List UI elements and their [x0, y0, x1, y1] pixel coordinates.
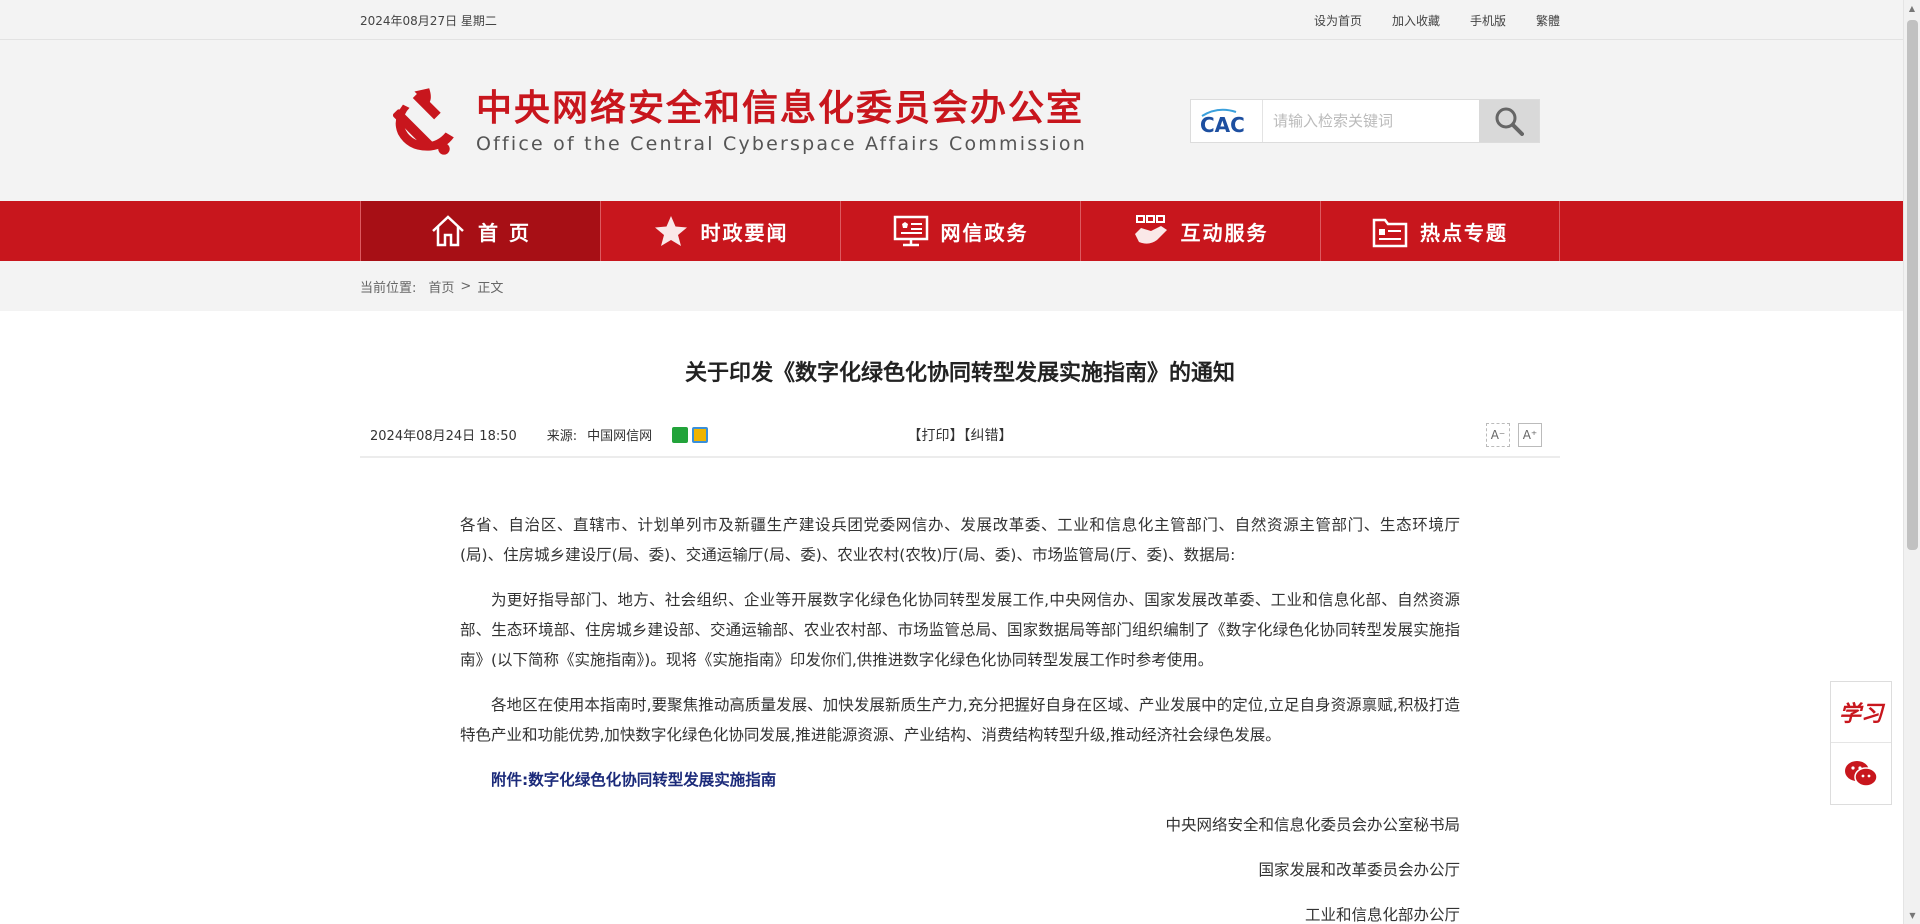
scroll-thumb[interactable]	[1907, 20, 1918, 550]
nav-item-topics[interactable]: 热点专题	[1320, 201, 1560, 261]
share-buttons	[672, 426, 709, 443]
cac-logo: CAC	[1191, 99, 1263, 142]
nav-item-interactive[interactable]: 互动服务	[1080, 201, 1320, 261]
font-increase-button[interactable]: A⁺	[1518, 422, 1542, 447]
mobile-version-link[interactable]: 手机版	[1470, 12, 1506, 29]
nav-item-home[interactable]: 首 页	[360, 201, 600, 261]
nav-label-affairs: 网信政务	[940, 220, 1029, 245]
svg-text:CAC: CAC	[1200, 113, 1245, 134]
search-icon	[1495, 107, 1524, 136]
article-source-label: 来源:	[546, 429, 578, 444]
nav-label-news: 时政要闻	[700, 220, 789, 245]
search-button[interactable]	[1479, 99, 1539, 142]
article: 关于印发《数字化绿色化协同转型发展实施指南》的通知 2024年08月24日 18…	[360, 311, 1560, 924]
wechat-share-icon[interactable]	[672, 426, 689, 443]
monitor-icon	[893, 215, 928, 247]
cac-logo-icon: CAC	[1200, 108, 1245, 134]
nav-label-home: 首 页	[478, 220, 531, 245]
folder-icon	[1372, 218, 1408, 248]
article-meta: 2024年08月24日 18:50 来源: 中国网信网 【打印】【纠错】 A⁻ …	[360, 413, 1560, 458]
wechat-icon	[1845, 760, 1878, 787]
search-box: CAC	[1190, 98, 1540, 143]
xuexi-logo: 学习	[1838, 701, 1883, 727]
article-paragraph: 各地区在使用本指南时,要聚焦推动高质量发展、加快发展新质生产力,充分把握好自身在…	[460, 696, 1460, 744]
correction-link[interactable]: 【纠错】	[964, 428, 1013, 444]
breadcrumb-current: 正文	[477, 280, 504, 296]
set-homepage-link[interactable]: 设为首页	[1314, 12, 1362, 29]
scroll-up-arrow[interactable]: ▲	[1904, 0, 1920, 17]
article-paragraph: 各省、自治区、直辖市、计划单列市及新疆生产建设兵团党委网信办、发展改革委、工业和…	[460, 516, 1460, 564]
site-logo[interactable]: 中央网络安全和信息化委员会办公室 Office of the Central C…	[380, 80, 1087, 162]
attachment-link[interactable]: 附件:数字化绿色化协同转型发展实施指南	[491, 771, 776, 789]
site-title-en: Office of the Central Cyberspace Affairs…	[476, 132, 1087, 155]
floating-side-panel: 学习	[1830, 681, 1892, 805]
party-emblem-icon	[392, 87, 454, 155]
scroll-down-arrow[interactable]: ▼	[1904, 907, 1920, 924]
signer: 中央网络安全和信息化委员会办公室秘书局	[1165, 816, 1460, 834]
page-scrollbar[interactable]: ▲ ▼	[1903, 0, 1920, 924]
star-icon	[654, 216, 687, 246]
site-title-cn: 中央网络安全和信息化委员会办公室	[476, 86, 1085, 129]
current-date: 2024年08月27日 星期二	[360, 13, 497, 28]
article-title: 关于印发《数字化绿色化协同转型发展实施指南》的通知	[684, 361, 1235, 386]
signer: 国家发展和改革委员会办公厅	[1258, 861, 1460, 879]
home-icon	[432, 215, 464, 247]
site-header: 中央网络安全和信息化委员会办公室 Office of the Central C…	[0, 40, 1920, 201]
nav-label-topics: 热点专题	[1420, 220, 1508, 245]
signer: 工业和信息化部办公厅	[1304, 906, 1460, 924]
nav-item-affairs[interactable]: 网信政务	[840, 201, 1080, 261]
article-datetime: 2024年08月24日 18:50	[370, 429, 517, 444]
traditional-chinese-link[interactable]: 繁體	[1536, 12, 1560, 29]
print-link[interactable]: 【打印】	[908, 428, 964, 444]
article-source: 中国网信网	[587, 429, 653, 444]
nav-item-news[interactable]: 时政要闻	[600, 201, 840, 261]
font-decrease-button[interactable]: A⁻	[1486, 422, 1510, 447]
attachment-paragraph: 附件:数字化绿色化协同转型发展实施指南	[460, 765, 1460, 795]
wechat-button[interactable]	[1831, 743, 1891, 804]
breadcrumb-home-link[interactable]: 首页	[428, 277, 454, 296]
font-size-controls: A⁻ A⁺	[1486, 422, 1542, 447]
nav-label-interactive: 互动服务	[1180, 220, 1269, 245]
breadcrumb-label: 当前位置:	[360, 280, 417, 296]
qzone-share-icon[interactable]	[692, 426, 709, 443]
breadcrumb: 当前位置: 首页 > 正文	[0, 261, 1920, 311]
search-input[interactable]	[1263, 99, 1479, 142]
handshake-icon	[1134, 215, 1167, 244]
breadcrumb-separator: >	[460, 278, 472, 294]
top-links: 设为首页 加入收藏 手机版 繁體	[1314, 12, 1560, 29]
article-body: 各省、自治区、直辖市、计划单列市及新疆生产建设兵团党委网信办、发展改革委、工业和…	[460, 458, 1460, 924]
add-favorite-link[interactable]: 加入收藏	[1392, 12, 1440, 29]
top-bar: 2024年08月27日 星期二 设为首页 加入收藏 手机版 繁體	[0, 0, 1920, 40]
main-nav: 首 页 时政要闻 网信政务 互动服务 热点专题	[0, 201, 1920, 261]
article-paragraph: 为更好指导部门、地方、社会组织、企业等开展数字化绿色化协同转型发展工作,中央网信…	[460, 591, 1460, 669]
xuexi-button[interactable]: 学习	[1831, 682, 1891, 743]
